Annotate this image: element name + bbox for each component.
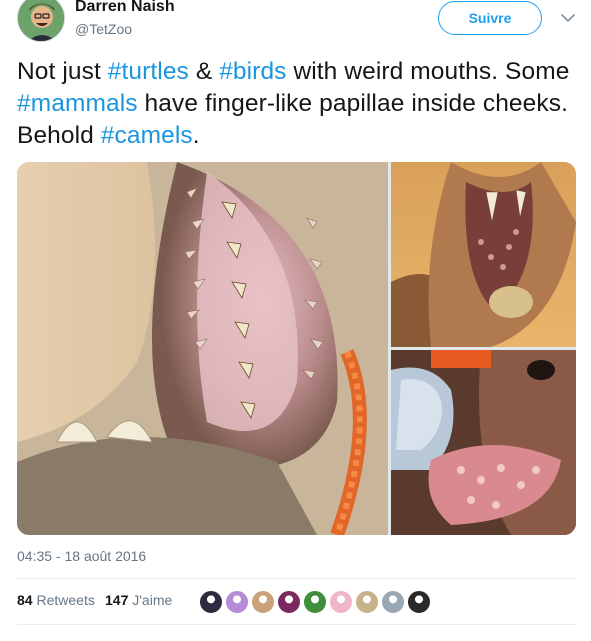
- hashtag-link[interactable]: #camels: [101, 122, 193, 149]
- divider: [17, 624, 576, 625]
- liker-avatar[interactable]: [225, 590, 249, 614]
- media-grid: [17, 162, 576, 535]
- author-name[interactable]: Darren Naish: [75, 0, 175, 16]
- chevron-down-icon[interactable]: [558, 8, 578, 28]
- likes-count: 147: [105, 592, 129, 608]
- liker-avatar[interactable]: [381, 590, 405, 614]
- retweets-label: Retweets: [36, 592, 95, 608]
- tweet-timestamp[interactable]: 04:35 - 18 août 2016: [17, 548, 146, 564]
- tweet-header: Darren Naish @TetZoo Suivre: [0, 0, 591, 50]
- likes-label: J'aime: [132, 592, 173, 608]
- hashtag-link[interactable]: #birds: [219, 58, 286, 85]
- author-handle[interactable]: @TetZoo: [75, 21, 132, 37]
- avatar-caricature-icon: [18, 0, 64, 41]
- likes-stat[interactable]: 147 J'aime: [105, 592, 172, 608]
- liker-avatar[interactable]: [407, 590, 431, 614]
- author-avatar[interactable]: [17, 0, 65, 42]
- photo-camel-open-mouth[interactable]: [391, 162, 576, 347]
- divider: [17, 578, 576, 579]
- hashtag-link[interactable]: #mammals: [17, 90, 138, 117]
- tweet-text-part: Not just: [17, 58, 108, 85]
- retweets-stat[interactable]: 84 Retweets: [17, 592, 95, 608]
- tweet-text-part: .: [192, 122, 200, 149]
- retweets-count: 84: [17, 592, 33, 608]
- liker-avatar[interactable]: [277, 590, 301, 614]
- liker-avatar[interactable]: [199, 590, 223, 614]
- follow-button[interactable]: Suivre: [438, 1, 542, 35]
- hashtag-link[interactable]: #turtles: [108, 58, 189, 85]
- tweet-text-part: &: [188, 58, 220, 85]
- liker-avatar[interactable]: [251, 590, 275, 614]
- tweet-text-part: with weird mouths. Some: [286, 58, 570, 85]
- liker-avatar[interactable]: [329, 590, 353, 614]
- liker-avatar[interactable]: [355, 590, 379, 614]
- photo-gloved-hand-papillae[interactable]: [391, 350, 576, 535]
- tweet-text: Not just #turtles & #birds with weird mo…: [17, 56, 577, 152]
- photo-camel-papillae-closeup[interactable]: [17, 162, 388, 535]
- liker-avatar[interactable]: [303, 590, 327, 614]
